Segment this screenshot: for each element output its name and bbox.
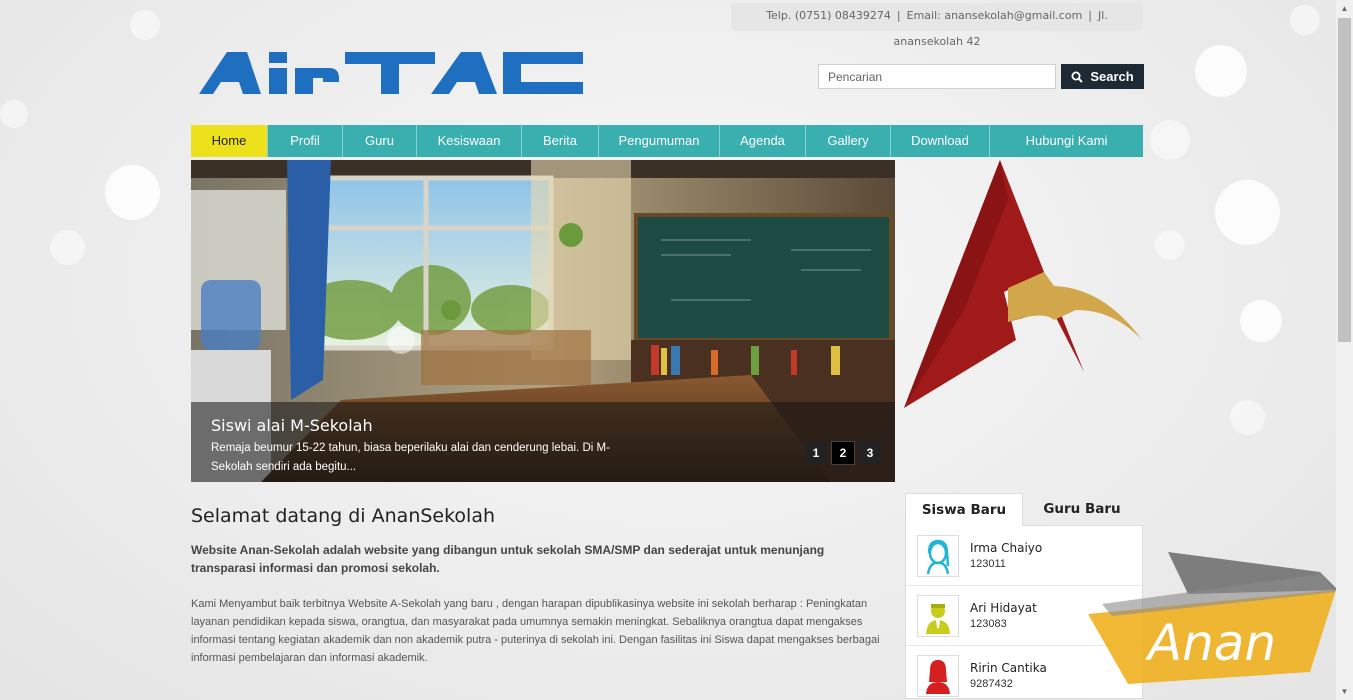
slider-page-3[interactable]: 3 [859, 442, 881, 464]
nav-profil[interactable]: Profil [268, 125, 343, 157]
scroll-down-arrow-icon[interactable]: ▼ [1336, 683, 1353, 700]
slide-caption: Siswi alai M-Sekolah Remaja beumur 15-22… [191, 402, 895, 482]
person-id: 123083 [970, 618, 1007, 630]
female-user-icon [926, 659, 950, 694]
nav-agenda[interactable]: Agenda [720, 125, 806, 157]
avatar [917, 594, 959, 637]
contact-bar: Telp. (0751) 08439274 | Email: anansekolah… [731, 3, 1143, 48]
nav-download[interactable]: Download [891, 125, 990, 157]
nav-home[interactable]: Home [191, 125, 268, 157]
slide-excerpt: Remaja beumur 15-22 tahun, biasa beperil… [211, 442, 610, 473]
page-scrollbar[interactable]: ▲ ▼ [1336, 0, 1353, 700]
scroll-thumb[interactable] [1338, 18, 1351, 342]
slide-title[interactable]: Siswi alai M-Sekolah [211, 416, 875, 435]
person-id: 9287432 [970, 678, 1013, 690]
nav-berita[interactable]: Berita [522, 125, 599, 157]
person-name: Irma Chaiyo [970, 541, 1043, 555]
tab-siswa-baru[interactable]: Siswa Baru [905, 493, 1023, 526]
contact-phone: Telp. (0751) 08439274 [766, 9, 891, 22]
anan-watermark: Anan [1088, 552, 1338, 684]
welcome-body: Kami Menyambut baik terbitnya Website A-… [191, 598, 880, 664]
avatar [917, 654, 959, 697]
scroll-up-arrow-icon[interactable]: ▲ [1336, 0, 1353, 17]
welcome-lead: Website Anan-Sekolah adalah website yang… [191, 543, 825, 575]
person-id: 123011 [970, 558, 1006, 570]
search-input[interactable] [818, 64, 1056, 89]
school-emblem [904, 160, 1142, 408]
slider-page-2[interactable]: 2 [831, 441, 855, 465]
nav-guru[interactable]: Guru [343, 125, 417, 157]
search-button-label: Search [1090, 69, 1134, 84]
contact-email[interactable]: Email: anansekolah@gmail.com [907, 9, 1083, 22]
search-button[interactable]: Search [1061, 64, 1144, 89]
search-icon [1071, 71, 1084, 83]
female-user-icon [926, 539, 950, 574]
nav-pengumuman[interactable]: Pengumuman [599, 125, 720, 157]
nav-kesiswaan[interactable]: Kesiswaan [417, 125, 522, 157]
avatar [917, 534, 959, 577]
male-user-icon [926, 603, 950, 634]
welcome-section: Selamat datang di AnanSekolah Website An… [191, 505, 881, 667]
main-nav: Home Profil Guru Kesiswaan Berita Pengum… [191, 125, 1143, 157]
slider-pagination: 1 2 3 [805, 441, 881, 465]
nav-hubungi-kami[interactable]: Hubungi Kami [990, 125, 1143, 157]
site-logo[interactable] [199, 52, 583, 94]
image-slider[interactable]: Siswi alai M-Sekolah Remaja beumur 15-22… [191, 160, 895, 482]
person-name: Ari Hidayat [970, 601, 1037, 615]
welcome-title: Selamat datang di AnanSekolah [191, 505, 496, 527]
slider-page-1[interactable]: 1 [805, 442, 827, 464]
person-name: Ririn Cantika [970, 661, 1047, 675]
watermark-text: Anan [1145, 614, 1276, 672]
nav-gallery[interactable]: Gallery [806, 125, 891, 157]
tab-guru-baru[interactable]: Guru Baru [1023, 493, 1141, 526]
